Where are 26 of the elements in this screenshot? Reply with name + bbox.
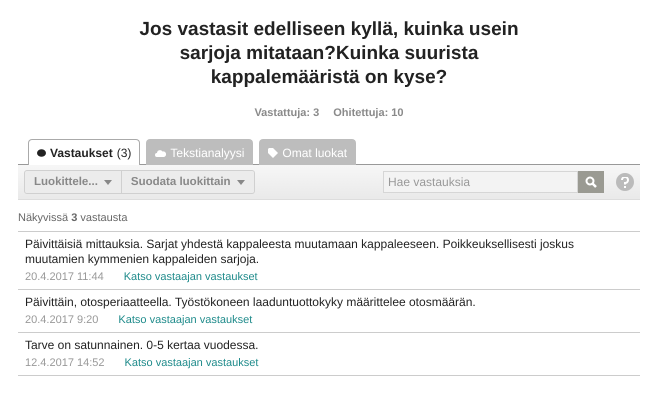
caret-icon <box>104 180 112 184</box>
search-field[interactable]: Hae vastauksia <box>383 171 578 193</box>
visible-count-text: Näkyvissä 3 vastausta <box>18 212 128 224</box>
search-icon <box>585 176 597 188</box>
cloud-icon <box>155 148 166 156</box>
stat-text: Vastattuja: 3 <box>254 107 320 119</box>
dropdown-button[interactable]: Luokittele... <box>24 170 122 194</box>
dropdown-button[interactable]: Suodata luokittain <box>122 170 255 194</box>
tag-icon <box>268 148 278 158</box>
respondent-answers-link[interactable]: Katso vastaajan vastaukset <box>124 271 258 283</box>
answer-date: 12.4.2017 14:52 <box>25 357 105 369</box>
stat-text: Ohitettuja: 10 <box>333 107 404 119</box>
respondent-answers-link[interactable]: Katso vastaajan vastaukset <box>118 314 252 326</box>
answer-date: 20.4.2017 9:20 <box>25 314 98 326</box>
caret-icon <box>236 180 245 184</box>
answer-text: Päivittäisiä mittauksia. Sarjat yhdestä kappaleesta muutamaan kappaleeseen. Poikkeuksellisesti joskus muutamien kymmenien kappaleiden sarjoja. <box>25 237 575 267</box>
search-button[interactable] <box>578 171 604 193</box>
answer-text: Päivittäin, otosperiaatteella. Työstökoneen laaduntuottokyky määrittelee otosmäärän. <box>25 295 477 310</box>
question-title: Jos vastasit edelliseen kyllä, kuinka usein sarjoja mitataan?Kuinka suurista kappalemääristä on kyse? <box>138 18 520 90</box>
answer-date: 20.4.2017 11:44 <box>25 271 104 283</box>
tab[interactable]: Vastaukset (3) <box>28 139 140 165</box>
dot-icon <box>37 148 46 156</box>
respondent-answers-link[interactable]: Katso vastaajan vastaukset <box>124 357 258 369</box>
answer-text: Tarve on satunnainen. 0-5 kertaa vuodessa. <box>25 338 260 353</box>
help-button[interactable] <box>616 173 634 191</box>
help-icon <box>621 176 629 188</box>
